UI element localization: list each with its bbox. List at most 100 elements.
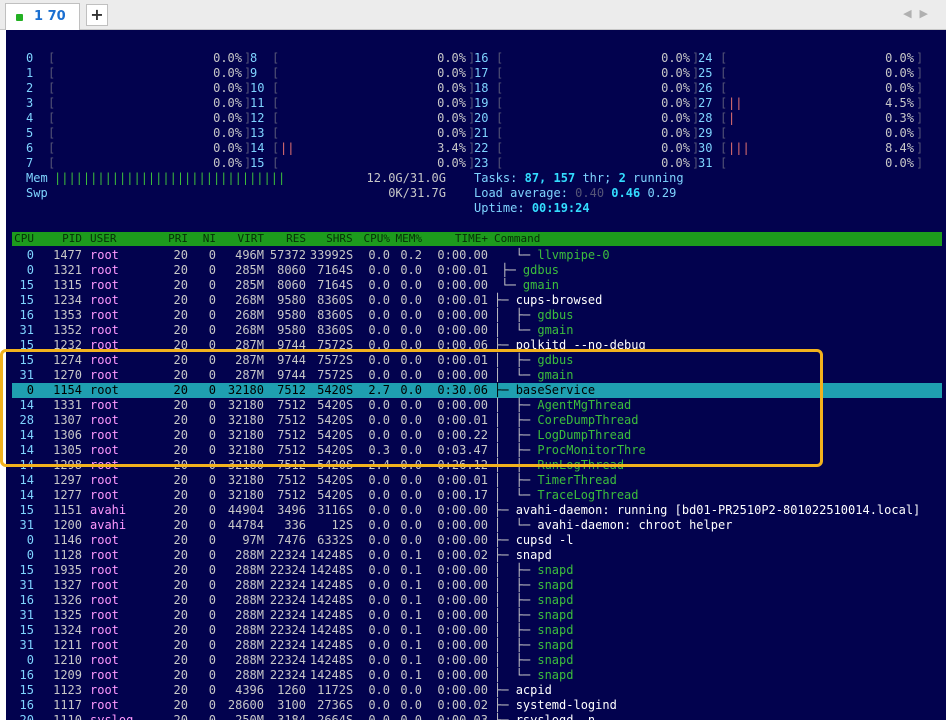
cpu-meter-bracket: [ bbox=[720, 51, 728, 65]
table-row[interactable]: 31 1325 root 20 0 288M 22324 14248 S 0.0 0.1 0:00.0… bbox=[12, 608, 942, 623]
cell-command: └─ llvmpipe-0 bbox=[494, 248, 610, 263]
cell-memp: 0.0 bbox=[400, 353, 422, 367]
column-header-pri[interactable]: PRI bbox=[152, 232, 188, 246]
cpu-meter-id: 3 bbox=[26, 96, 34, 110]
cpu-meter-percent: 0.0% bbox=[213, 141, 242, 155]
table-row[interactable]: 0 1154 root 20 0 32180 7512 5420 S 2.7 0.0 0:30.06 ├… bbox=[12, 383, 942, 398]
cell-user: root bbox=[90, 413, 119, 427]
table-row[interactable]: 16 1353 root 20 0 268M 9580 8360 S 0.0 0.0 0:00.00 │… bbox=[12, 308, 942, 323]
table-row[interactable]: 16 1209 root 20 0 288M 22324 14248 S 0.0 0.1 0:00.0… bbox=[12, 668, 942, 683]
cpu-meter-id: 21 bbox=[474, 126, 489, 140]
cell-res: 1260 bbox=[277, 683, 306, 697]
table-row[interactable]: 16 1117 root 20 0 28600 3100 2736 S 0.0 0.0 0:00.02… bbox=[12, 698, 942, 713]
table-row[interactable]: 31 1270 root 20 0 287M 9744 7572 S 0.0 0.0 0:00.00 │… bbox=[12, 368, 942, 383]
table-row[interactable]: 15 1232 root 20 0 287M 9744 7572 S 0.0 0.0 0:00.06 ├… bbox=[12, 338, 942, 353]
cpu-meter-bracket: [ bbox=[272, 51, 280, 65]
cpu-meter-id: 2 bbox=[26, 81, 34, 95]
cell-shr: 33992 bbox=[309, 248, 346, 262]
table-row[interactable]: 0 1128 root 20 0 288M 22324 14248 S 0.0 0.1 0:00.02… bbox=[12, 548, 942, 563]
cell-cpup: 0.0 bbox=[368, 398, 390, 412]
cell-ni: 0 bbox=[208, 683, 216, 697]
cell-ni: 0 bbox=[208, 563, 216, 577]
cpu-meter-bracket: [ bbox=[48, 81, 56, 95]
tree-branch: │ └─ bbox=[494, 518, 538, 532]
table-row[interactable]: 15 1234 root 20 0 268M 9580 8360 S 0.0 0.0 0:00.01 ├… bbox=[12, 293, 942, 308]
table-row[interactable]: 0 1146 root 20 0 97M 7476 6332 S 0.0 0.0 0:00.00 ├─ … bbox=[12, 533, 942, 548]
cell-cpu: 0 bbox=[26, 653, 34, 667]
cell-pid: 1200 bbox=[53, 518, 82, 532]
column-header-command[interactable]: Command bbox=[494, 232, 540, 246]
cpu-meter-bracket: [ bbox=[720, 96, 728, 110]
table-row[interactable]: 14 1297 root 20 0 32180 7512 5420 S 0.0 0.0 0:00.01… bbox=[12, 473, 942, 488]
cell-memp: 0.0 bbox=[400, 278, 422, 292]
table-row[interactable]: 14 1331 root 20 0 32180 7512 5420 S 0.0 0.0 0:00.00… bbox=[12, 398, 942, 413]
cell-cpu: 14 bbox=[19, 488, 34, 502]
session-tab[interactable]: 1 70 bbox=[5, 3, 80, 30]
table-row[interactable]: 14 1305 root 20 0 32180 7512 5420 S 0.3 0.0 0:03.47… bbox=[12, 443, 942, 458]
table-row[interactable]: 31 1211 root 20 0 288M 22324 14248 S 0.0 0.1 0:00.0… bbox=[12, 638, 942, 653]
table-row[interactable]: 0 1321 root 20 0 285M 8060 7164 S 0.0 0.0 0:00.01 ├… bbox=[12, 263, 942, 278]
cell-memp: 0.0 bbox=[400, 473, 422, 487]
cell-cpup: 0.0 bbox=[368, 278, 390, 292]
cell-command: ├─ avahi-daemon: running [bd01-PR2510P2-… bbox=[494, 503, 920, 518]
cell-cpup: 0.0 bbox=[368, 698, 390, 712]
cpu-meter-percent: 0.0% bbox=[437, 126, 466, 140]
cell-user: root bbox=[90, 428, 119, 442]
cpu-meter-bracket: ] bbox=[916, 66, 924, 80]
table-row[interactable]: 15 1274 root 20 0 287M 9744 7572 S 0.0 0.0 0:00.01 │… bbox=[12, 353, 942, 368]
process-command: snapd bbox=[537, 653, 574, 667]
table-row[interactable]: 15 1324 root 20 0 288M 22324 14248 S 0.0 0.1 0:00.0… bbox=[12, 623, 942, 638]
column-header-res[interactable]: RES bbox=[266, 232, 306, 246]
cpu-meter-id: 15 bbox=[250, 156, 265, 170]
cell-cpup: 0.0 bbox=[368, 638, 390, 652]
table-row[interactable]: 31 1327 root 20 0 288M 22324 14248 S 0.0 0.1 0:00.0… bbox=[12, 578, 942, 593]
cell-ni: 0 bbox=[208, 368, 216, 382]
table-row[interactable]: 15 1315 root 20 0 285M 8060 7164 S 0.0 0.0 0:00.00 … bbox=[12, 278, 942, 293]
cell-user: root bbox=[90, 638, 119, 652]
table-row[interactable]: 15 1935 root 20 0 288M 22324 14248 S 0.0 0.1 0:00.0… bbox=[12, 563, 942, 578]
cell-cpup: 0.0 bbox=[368, 308, 390, 322]
add-tab-button[interactable]: + bbox=[86, 4, 108, 26]
cell-user: root bbox=[90, 323, 119, 337]
column-header-virt[interactable]: VIRT bbox=[218, 232, 265, 246]
cell-ni: 0 bbox=[208, 443, 216, 457]
table-row[interactable]: 16 1326 root 20 0 288M 22324 14248 S 0.0 0.1 0:00.0… bbox=[12, 593, 942, 608]
chevron-right-icon[interactable]: ▶ bbox=[920, 7, 936, 20]
table-row[interactable]: 14 1298 root 20 0 32180 7512 5420 S 2.4 0.0 0:26.12… bbox=[12, 458, 942, 473]
column-header-user[interactable]: USER bbox=[90, 232, 150, 246]
column-header-cpu-[interactable]: CPU% bbox=[356, 232, 391, 246]
table-row[interactable]: 15 1123 root 20 0 4396 1260 1172 S 0.0 0.0 0:00.00 ├… bbox=[12, 683, 942, 698]
table-row[interactable]: 14 1277 root 20 0 32180 7512 5420 S 0.0 0.0 0:00.17… bbox=[12, 488, 942, 503]
chevron-left-icon[interactable]: ◀ bbox=[903, 7, 919, 20]
cell-user: root bbox=[90, 683, 119, 697]
cpu-meter-percent: 0.0% bbox=[885, 66, 914, 80]
table-row[interactable]: 15 1151 avahi 20 0 44904 3496 3116 S 0.0 0.0 0:00.0… bbox=[12, 503, 942, 518]
table-row[interactable]: 31 1352 root 20 0 268M 9580 8360 S 0.0 0.0 0:00.00 │… bbox=[12, 323, 942, 338]
terminal-htop[interactable]: 0 [0.0%] 1 [0.0%] 2 [0.0%] 3 [0.0%] 4 [0.0%] 5 [0.0… bbox=[6, 30, 946, 720]
table-row[interactable]: 0 1477 root 20 0 496M 57372 33992 S 0.0 0.2 0:00.00… bbox=[12, 248, 942, 263]
cell-pid: 1211 bbox=[53, 638, 82, 652]
table-row[interactable]: 14 1306 root 20 0 32180 7512 5420 S 0.0 0.0 0:00.22… bbox=[12, 428, 942, 443]
cell-user: root bbox=[90, 458, 119, 472]
cell-memp: 0.0 bbox=[400, 368, 422, 382]
cell-shr: 8360 bbox=[317, 293, 346, 307]
table-row[interactable]: 28 1307 root 20 0 32180 7512 5420 S 0.0 0.0 0:00.01… bbox=[12, 413, 942, 428]
column-header-shr[interactable]: SHR bbox=[306, 232, 346, 246]
table-row[interactable]: 0 1210 root 20 0 288M 22324 14248 S 0.0 0.1 0:00.00… bbox=[12, 653, 942, 668]
cell-virt: 287M bbox=[235, 368, 264, 382]
cell-res: 3184 bbox=[277, 713, 306, 720]
process-command: snapd bbox=[537, 623, 574, 637]
column-header-cpu[interactable]: CPU bbox=[12, 232, 34, 246]
table-row[interactable]: 20 1110 syslog 20 0 250M 3184 2664 S 0.0 0.0 0:00.0… bbox=[12, 713, 942, 720]
cell-s: S bbox=[346, 698, 354, 712]
mem-meter: Mem bbox=[26, 171, 48, 185]
column-header-ni[interactable]: NI bbox=[190, 232, 216, 246]
cpu-meter-bar: | bbox=[728, 111, 736, 125]
column-header-pid[interactable]: PID bbox=[36, 232, 82, 246]
cell-pid: 1146 bbox=[53, 533, 82, 547]
column-header-time-[interactable]: TIME+ bbox=[422, 232, 488, 246]
table-row[interactable]: 31 1200 avahi 20 0 44784 336 12 S 0.0 0.0 0:00.00 │ … bbox=[12, 518, 942, 533]
column-header-mem-[interactable]: MEM% bbox=[390, 232, 423, 246]
cell-time: 0:00.22 bbox=[437, 428, 488, 442]
column-header-s[interactable]: S bbox=[346, 232, 356, 246]
